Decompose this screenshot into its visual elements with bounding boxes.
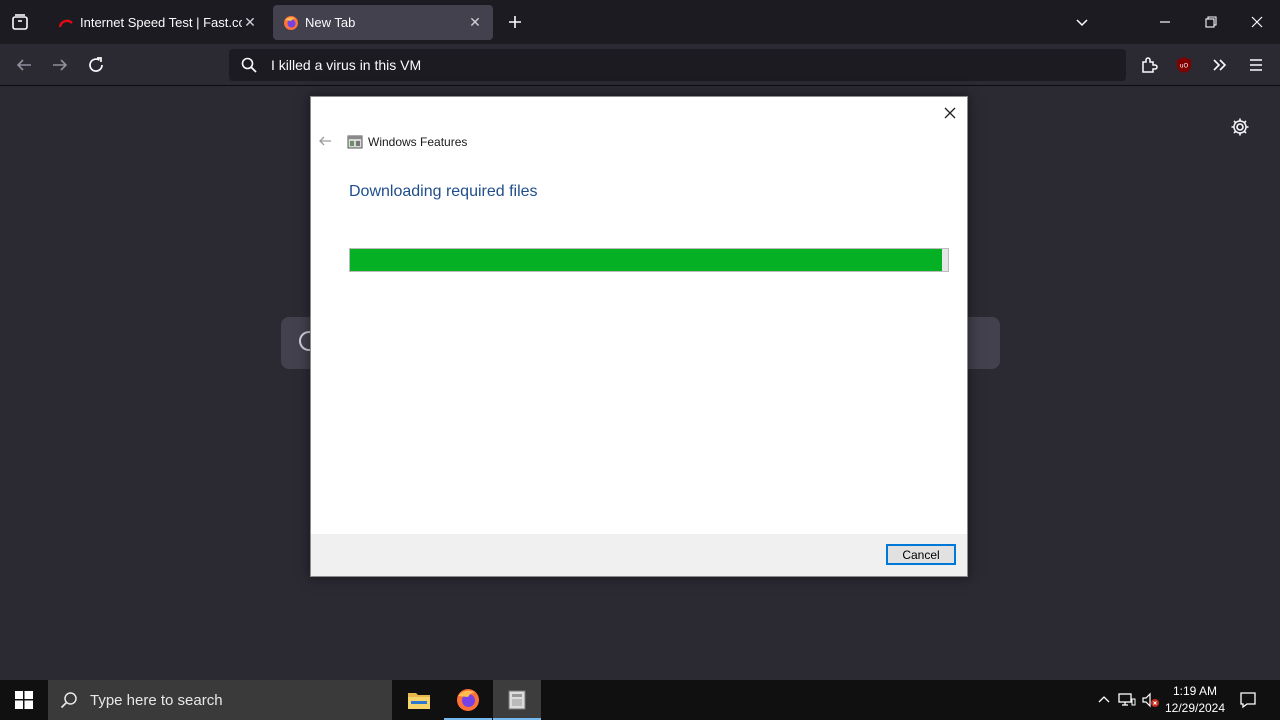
windows-features-app-icon bbox=[347, 135, 363, 149]
show-hidden-icons-chevron-icon[interactable] bbox=[1094, 680, 1114, 720]
new-tab-plus-icon[interactable] bbox=[499, 6, 531, 38]
taskbar: Type here to search 1:19 AM 12/29/2024 bbox=[0, 680, 1280, 720]
taskbar-search-placeholder: Type here to search bbox=[90, 691, 223, 709]
cancel-button[interactable]: Cancel bbox=[886, 544, 956, 565]
firefox-taskbar-icon[interactable] bbox=[444, 680, 492, 720]
address-bar-value: I killed a virus in this VM bbox=[271, 57, 422, 73]
extensions-puzzle-icon[interactable] bbox=[1133, 49, 1165, 81]
dialog-back-arrow-icon[interactable] bbox=[317, 133, 333, 149]
tab-title: Internet Speed Test | Fast.com bbox=[80, 15, 242, 30]
restore-icon[interactable] bbox=[1195, 6, 1227, 38]
back-arrow-icon[interactable] bbox=[8, 49, 40, 81]
forward-arrow-icon[interactable] bbox=[44, 49, 76, 81]
windows-start-icon[interactable] bbox=[0, 680, 48, 720]
navigation-toolbar: I killed a virus in this VM uO bbox=[0, 44, 1280, 86]
dialog-close-icon[interactable] bbox=[939, 102, 961, 124]
tab-bar: Internet Speed Test | Fast.com ✕ New Tab… bbox=[0, 0, 1280, 44]
dialog-footer: Cancel bbox=[311, 534, 967, 576]
clock-time: 1:19 AM bbox=[1172, 684, 1218, 698]
dialog-title: Windows Features bbox=[368, 135, 468, 149]
taskbar-clock[interactable]: 1:19 AM 12/29/2024 bbox=[1160, 683, 1230, 717]
more-tools-chevrons-icon[interactable] bbox=[1204, 49, 1236, 81]
fast-com-favicon-icon bbox=[58, 19, 73, 27]
reload-icon[interactable] bbox=[80, 49, 112, 81]
minimize-icon[interactable] bbox=[1149, 6, 1181, 38]
taskbar-search-box[interactable]: Type here to search bbox=[48, 680, 392, 720]
tab-fast-com[interactable]: Internet Speed Test | Fast.com ✕ bbox=[48, 5, 268, 40]
ublock-origin-icon[interactable]: uO bbox=[1168, 49, 1200, 81]
progress-bar-fill bbox=[350, 249, 943, 271]
notification-center-icon[interactable] bbox=[1236, 680, 1260, 720]
window-close-icon[interactable] bbox=[1241, 6, 1273, 38]
dialog-heading: Downloading required files bbox=[349, 183, 538, 200]
volume-muted-icon[interactable] bbox=[1140, 680, 1162, 720]
windows-features-taskbar-icon[interactable] bbox=[493, 680, 541, 720]
svg-text:uO: uO bbox=[1180, 63, 1189, 70]
new-tab-settings-gear-icon[interactable] bbox=[1227, 114, 1253, 140]
clock-date: 12/29/2024 bbox=[1164, 701, 1226, 715]
address-bar[interactable]: I killed a virus in this VM bbox=[229, 49, 1126, 81]
windows-features-dialog: Windows Features Downloading required fi… bbox=[310, 96, 968, 577]
download-progress-bar bbox=[349, 248, 949, 272]
search-icon bbox=[60, 692, 77, 709]
list-tabs-chevron-icon[interactable] bbox=[1066, 6, 1098, 38]
firefox-view-icon[interactable] bbox=[4, 6, 36, 38]
hamburger-menu-icon[interactable] bbox=[1240, 49, 1272, 81]
tab-close-icon[interactable]: ✕ bbox=[242, 14, 258, 31]
tab-close-icon[interactable]: ✕ bbox=[467, 14, 483, 31]
file-explorer-taskbar-icon[interactable] bbox=[395, 680, 443, 720]
network-icon[interactable] bbox=[1116, 680, 1138, 720]
firefox-favicon-icon bbox=[284, 15, 298, 30]
search-icon bbox=[241, 57, 257, 73]
tab-new-tab[interactable]: New Tab ✕ bbox=[273, 5, 493, 40]
tab-title: New Tab bbox=[305, 15, 356, 30]
